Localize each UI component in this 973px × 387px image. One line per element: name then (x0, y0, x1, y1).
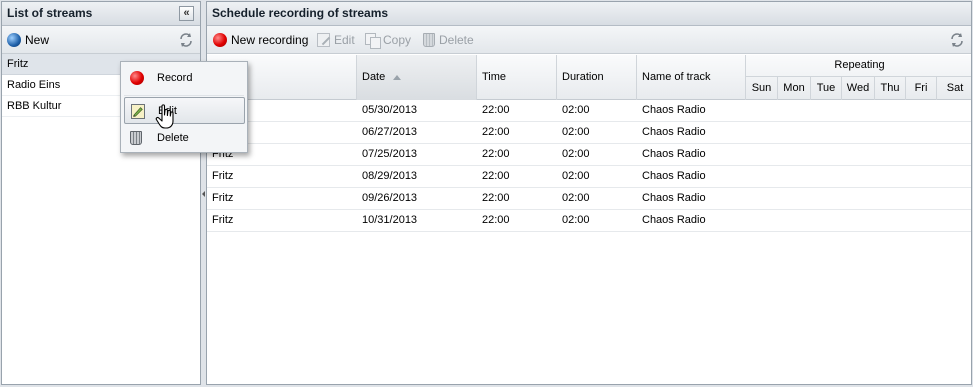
new-recording-button[interactable]: New recording (213, 26, 308, 54)
context-menu-record-label: Record (157, 72, 193, 84)
stream-list-panel: List of streams « New Fritz Radio Eins R… (1, 1, 201, 385)
context-menu-edit[interactable]: Edit (124, 97, 245, 124)
splitter-grip-icon (202, 191, 205, 197)
column-header-sat[interactable]: Sat (937, 77, 971, 100)
stream-list-header: List of streams « (2, 2, 200, 26)
refresh-icon[interactable] (949, 32, 965, 48)
delete-label: Delete (439, 33, 474, 47)
record-icon (213, 32, 227, 47)
cell-track: Chaos Radio (642, 126, 706, 138)
new-recording-label: New recording (231, 33, 309, 47)
schedule-header: Schedule recording of streams (207, 2, 971, 26)
column-header-thu[interactable]: Thu (875, 77, 906, 100)
cell-time: 22:00 (482, 192, 510, 204)
cell-duration: 02:00 (562, 170, 590, 182)
schedule-title: Schedule recording of streams (212, 6, 389, 20)
copy-button[interactable]: Copy (365, 26, 411, 54)
context-menu: Record Edit Delete (120, 61, 248, 153)
edit-icon (131, 104, 145, 119)
cell-date: 09/26/2013 (362, 192, 418, 204)
column-header-time[interactable]: Time (477, 55, 557, 100)
table-row[interactable]: Fritz 09/26/2013 22:00 02:00 Chaos Radio (207, 188, 971, 210)
date-header-label: Date (362, 71, 386, 83)
globe-icon (7, 32, 21, 47)
cell-duration: 02:00 (562, 104, 590, 116)
cell-stream: Fritz (212, 192, 234, 204)
trash-icon (130, 131, 142, 145)
grid-header: Date Time Duration Name of track Repeati… (207, 55, 971, 100)
new-stream-button[interactable]: New (7, 26, 49, 54)
cell-stream: Fritz (212, 214, 234, 226)
table-row[interactable]: Fritz 07/25/2013 22:00 02:00 Chaos Radio (207, 144, 971, 166)
cell-time: 22:00 (482, 104, 510, 116)
cell-duration: 02:00 (562, 214, 590, 226)
cell-track: Chaos Radio (642, 170, 706, 182)
context-menu-delete[interactable]: Delete (124, 125, 245, 152)
trash-icon (423, 32, 435, 47)
cell-date: 08/29/2013 (362, 170, 418, 182)
cell-stream: Fritz (212, 170, 234, 182)
schedule-grid: Date Time Duration Name of track Repeati… (207, 55, 971, 232)
column-header-track[interactable]: Name of track (637, 55, 746, 100)
stream-list-toolbar: New (2, 26, 200, 54)
column-header-tue[interactable]: Tue (811, 77, 842, 100)
cell-time: 22:00 (482, 214, 510, 226)
delete-button[interactable]: Delete (423, 26, 474, 54)
refresh-icon[interactable] (178, 32, 194, 48)
schedule-toolbar: New recording Edit Copy Delete (207, 26, 971, 54)
column-header-repeating: Repeating (746, 55, 971, 77)
cell-duration: 02:00 (562, 192, 590, 204)
context-menu-delete-label: Delete (157, 132, 189, 144)
sort-ascending-icon (393, 74, 402, 80)
cell-duration: 02:00 (562, 126, 590, 138)
copy-label: Copy (383, 33, 412, 47)
column-header-sun[interactable]: Sun (746, 77, 778, 100)
cell-track: Chaos Radio (642, 104, 706, 116)
cell-date: 10/31/2013 (362, 214, 418, 226)
cell-date: 07/25/2013 (362, 148, 418, 160)
column-header-wed[interactable]: Wed (842, 77, 875, 100)
cell-duration: 02:00 (562, 148, 590, 160)
edit-icon (317, 32, 330, 47)
cell-track: Chaos Radio (642, 148, 706, 160)
copy-icon (365, 32, 381, 49)
edit-label: Edit (334, 33, 355, 47)
cell-time: 22:00 (482, 126, 510, 138)
column-header-fri[interactable]: Fri (906, 77, 937, 100)
collapse-icon: « (183, 7, 190, 19)
edit-button[interactable]: Edit (317, 26, 355, 54)
context-menu-record[interactable]: Record (124, 65, 245, 92)
context-menu-divider (124, 95, 244, 96)
column-header-duration[interactable]: Duration (557, 55, 637, 100)
cell-time: 22:00 (482, 148, 510, 160)
column-header-mon[interactable]: Mon (778, 77, 811, 100)
new-stream-label: New (25, 33, 50, 47)
schedule-panel: Schedule recording of streams New record… (206, 1, 972, 385)
cell-track: Chaos Radio (642, 192, 706, 204)
cell-date: 05/30/2013 (362, 104, 418, 116)
hand-cursor-icon (155, 104, 177, 130)
stream-list-title: List of streams (7, 6, 93, 20)
table-row[interactable]: 05/30/2013 22:00 02:00 Chaos Radio (207, 100, 971, 122)
table-row[interactable]: 06/27/2013 22:00 02:00 Chaos Radio (207, 122, 971, 144)
record-icon (130, 71, 144, 85)
cell-time: 22:00 (482, 170, 510, 182)
column-header-date[interactable]: Date (357, 55, 477, 100)
table-row[interactable]: Fritz 10/31/2013 22:00 02:00 Chaos Radio (207, 210, 971, 232)
cell-date: 06/27/2013 (362, 126, 418, 138)
collapse-panel-button[interactable]: « (179, 6, 194, 21)
table-row[interactable]: Fritz 08/29/2013 22:00 02:00 Chaos Radio (207, 166, 971, 188)
cell-track: Chaos Radio (642, 214, 706, 226)
